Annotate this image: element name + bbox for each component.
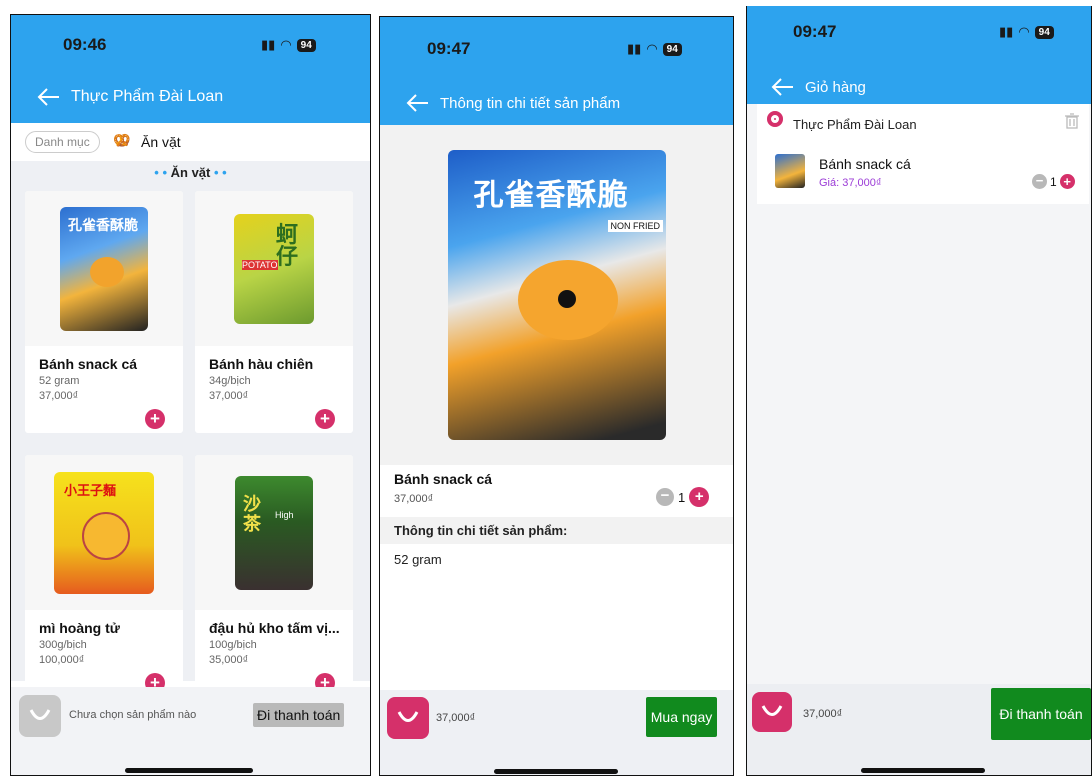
product-image: 沙茶 High [195,455,353,610]
signal-icon: ▮▮ [627,41,642,56]
product-card[interactable]: 蚵仔 POTATO Bánh hàu chiên 34g/bịch 37,000… [195,191,353,433]
battery-icon: 94 [662,42,682,56]
home-indicator [861,768,985,773]
increase-button[interactable]: + [689,487,710,507]
add-to-cart-button[interactable]: + [145,673,165,687]
section-header: • • Ăn vặt • • [154,165,227,180]
category-row: Danh mục 🥨 Ăn vặt [11,123,370,161]
category-button[interactable]: Danh mục [25,131,100,153]
nav-header: Giỏ hàng [771,77,866,97]
signal-icon: ▮▮ [261,37,276,52]
status-icons: ▮▮ ◠ 94 [261,37,316,53]
page-title: Thực Phẩm Đài Loan [71,88,224,105]
product-name: Bánh snack cá [394,471,493,487]
back-arrow-icon[interactable] [406,93,430,113]
screen-cart: 09:47 ▮▮ ◠ 94 Giỏ hàng Thực Phẩm Đài Loa… [746,6,1092,776]
quantity-stepper[interactable]: − 1 + [656,487,710,507]
decrease-button[interactable]: − [656,488,674,506]
cart-total: 37,000₫ [436,712,476,724]
wifi-icon: ◠ [1018,24,1030,39]
cart-total: 37,000₫ [803,708,843,720]
screen-product-list: 09:46 ▮▮ ◠ 94 Thực Phẩm Đài Loan Danh mụ… [10,14,371,776]
quantity-value: 1 [1050,174,1057,189]
cart-bag-icon[interactable] [387,697,429,739]
page-title: Thông tin chi tiết sản phẩm [440,94,621,112]
product-card[interactable]: 沙茶 High đậu hủ kho tấm vị... 100g/bịch 3… [195,455,353,687]
wifi-icon: ◠ [280,37,292,52]
increase-button[interactable]: + [1059,174,1075,189]
product-hero-image: 孔雀香酥脆 NON FRIED [380,125,733,465]
checkout-button[interactable]: Đi thanh toán [991,688,1091,740]
product-image: 小王子麵 [25,455,183,610]
cart-bag-icon[interactable] [752,692,792,732]
product-name: Bánh snack cá [39,356,138,372]
product-card[interactable]: 小王子麵 mì hoàng tử 300g/bịch 100,000₫ + [25,455,183,687]
screen-product-detail: 09:47 ▮▮ ◠ 94 Thông tin chi tiết sản phẩ… [379,16,734,776]
cart-bag-icon[interactable] [19,695,61,737]
home-indicator [494,769,618,774]
quantity-value: 1 [678,489,686,505]
nav-header: Thông tin chi tiết sản phẩm [406,93,620,113]
status-time: 09:47 [427,39,471,58]
status-icons: ▮▮ ◠ 94 [627,41,682,57]
product-name: mì hoàng tử [39,620,120,636]
wifi-icon: ◠ [646,41,658,56]
cart-item-name: Bánh snack cá [819,156,911,172]
product-weight: 34g/bịch [209,375,251,387]
product-name: Bánh hàu chiên [209,356,314,372]
battery-icon: 94 [296,38,316,52]
product-image: 孔雀香酥脆 [25,191,183,346]
status-time: 09:46 [63,35,107,54]
add-to-cart-button[interactable]: + [315,409,335,429]
product-image: 蚵仔 POTATO [195,191,353,346]
cart-bottom-bar [11,687,370,775]
status-time: 09:47 [793,22,837,41]
back-arrow-icon[interactable] [37,87,61,107]
buy-now-button[interactable]: Mua ngay [646,697,717,737]
product-name: đậu hủ kho tấm vị... [209,620,340,636]
battery-icon: 94 [1034,25,1054,39]
details-heading: Thông tin chi tiết sản phẩm: [380,517,733,544]
snack-category-icon: 🥨 [113,132,131,148]
signal-icon: ▮▮ [999,24,1014,39]
product-weight: 52 gram [39,375,80,387]
cart-item-thumbnail [775,154,805,188]
store-name: Thực Phẩm Đài Loan [793,117,917,132]
product-price: 100,000₫ [39,654,85,666]
cart-empty-text: Chưa chọn sản phẩm nào [69,709,197,721]
section-title: Ăn vặt [170,165,211,180]
quantity-stepper[interactable]: − 1 + [1032,174,1075,189]
product-weight: 100g/bịch [209,639,257,651]
current-category: Ăn vặt [141,134,181,150]
product-price: 37,000₫ [209,390,249,402]
checkout-button[interactable]: Đi thanh toán [253,703,345,727]
home-indicator [125,768,253,773]
product-price: 37,000₫ [39,390,79,402]
status-icons: ▮▮ ◠ 94 [999,24,1054,40]
product-card[interactable]: 孔雀香酥脆 Bánh snack cá 52 gram 37,000₫ + [25,191,183,433]
product-weight: 300g/bịch [39,639,87,651]
add-to-cart-button[interactable]: + [315,673,335,687]
trash-icon[interactable] [1065,113,1079,129]
details-text: 52 gram [394,552,442,567]
back-arrow-icon[interactable] [771,77,795,97]
product-price: 37,000₫ [394,493,434,505]
store-select-radio[interactable] [767,111,783,127]
page-title: Giỏ hàng [805,78,866,96]
add-to-cart-button[interactable]: + [145,409,165,429]
nav-header: Thực Phẩm Đài Loan [37,87,223,107]
product-price: 35,000₫ [209,654,249,666]
cart-item-price: Giá: 37,000₫ [819,177,882,189]
decrease-button[interactable]: − [1032,174,1047,189]
